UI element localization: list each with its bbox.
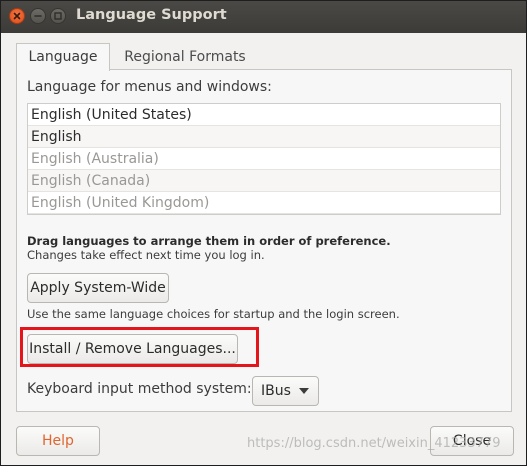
tab-regional-formats[interactable]: Regional Formats (112, 44, 258, 71)
list-item[interactable]: English (Canada) (28, 170, 500, 192)
dropdown-value: IBus (261, 383, 291, 399)
list-item[interactable]: English (Australia) (28, 148, 500, 170)
list-item[interactable]: English (United Kingdom) (28, 192, 500, 214)
chevron-down-icon (299, 388, 309, 394)
language-list[interactable]: English (United States) English English … (27, 103, 501, 215)
maximize-window-button[interactable] (50, 8, 66, 24)
apply-system-wide-button[interactable]: Apply System-Wide (27, 273, 169, 303)
list-item[interactable]: English (28, 126, 500, 148)
help-button[interactable]: Help (16, 426, 100, 456)
minimize-window-button[interactable] (30, 8, 46, 24)
maximize-icon (54, 12, 62, 20)
keyboard-input-label: Keyboard input method system: (27, 381, 252, 397)
close-button[interactable]: Close (430, 426, 514, 456)
window-title: Language Support (76, 7, 227, 23)
title-bar[interactable]: Language Support (1, 1, 526, 33)
close-icon (13, 12, 21, 20)
drag-hint: Drag languages to arrange them in order … (27, 234, 391, 248)
minimize-icon (34, 15, 42, 17)
language-support-window: Language Support Language Regional Forma… (0, 0, 527, 466)
keyboard-input-method-dropdown[interactable]: IBus (252, 376, 319, 406)
login-hint: Changes take effect next time you log in… (27, 248, 265, 262)
list-item[interactable]: English (United States) (28, 104, 500, 126)
install-remove-languages-button[interactable]: Install / Remove Languages... (27, 334, 238, 364)
tab-language[interactable]: Language (16, 43, 110, 71)
system-wide-hint: Use the same language choices for startu… (27, 307, 400, 321)
language-list-label: Language for menus and windows: (27, 79, 272, 95)
close-window-button[interactable] (9, 8, 25, 24)
